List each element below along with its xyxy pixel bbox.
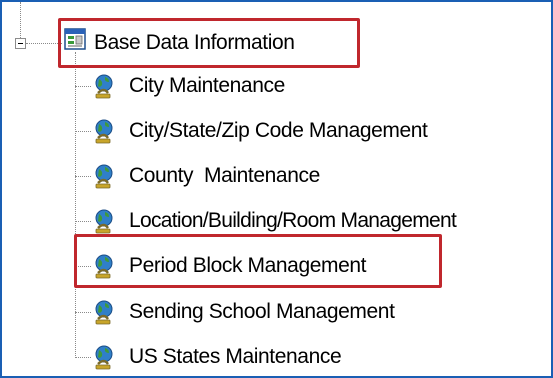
tree-node-label: City Maintenance xyxy=(129,74,285,97)
collapse-toggle[interactable] xyxy=(15,38,26,49)
tree-connector-child xyxy=(75,221,91,222)
tree-connector-child xyxy=(75,312,91,313)
tree-node-label: US States Maintenance xyxy=(129,345,342,368)
globe-icon xyxy=(95,164,113,189)
tree-connector-root-branch xyxy=(26,43,62,44)
tree-node-label: County Maintenance xyxy=(129,164,320,187)
tree-node-label: City/State/Zip Code Management xyxy=(129,119,428,142)
globe-icon xyxy=(95,300,113,325)
tree-connector-child xyxy=(75,357,91,358)
tree-connector-child xyxy=(75,86,91,87)
tree-connector-child xyxy=(75,131,91,132)
tree-node-label: Sending School Management xyxy=(129,300,395,323)
tree-connector-root xyxy=(20,2,21,38)
tree-node-label: Location/Building/Room Management xyxy=(129,209,457,232)
globe-icon xyxy=(95,119,113,144)
tree-node-label: Period Block Management xyxy=(129,254,367,277)
globe-icon xyxy=(95,74,113,99)
globe-icon xyxy=(95,209,113,234)
tree-node-label: Base Data Information xyxy=(94,31,295,54)
globe-icon xyxy=(95,345,113,370)
tree-connector-child xyxy=(75,176,91,177)
tree-connector-child xyxy=(75,266,91,267)
tree-view-panel: Base Data Information City Maintenance C… xyxy=(0,0,553,378)
form-window-icon xyxy=(64,28,86,50)
globe-icon xyxy=(95,254,113,279)
